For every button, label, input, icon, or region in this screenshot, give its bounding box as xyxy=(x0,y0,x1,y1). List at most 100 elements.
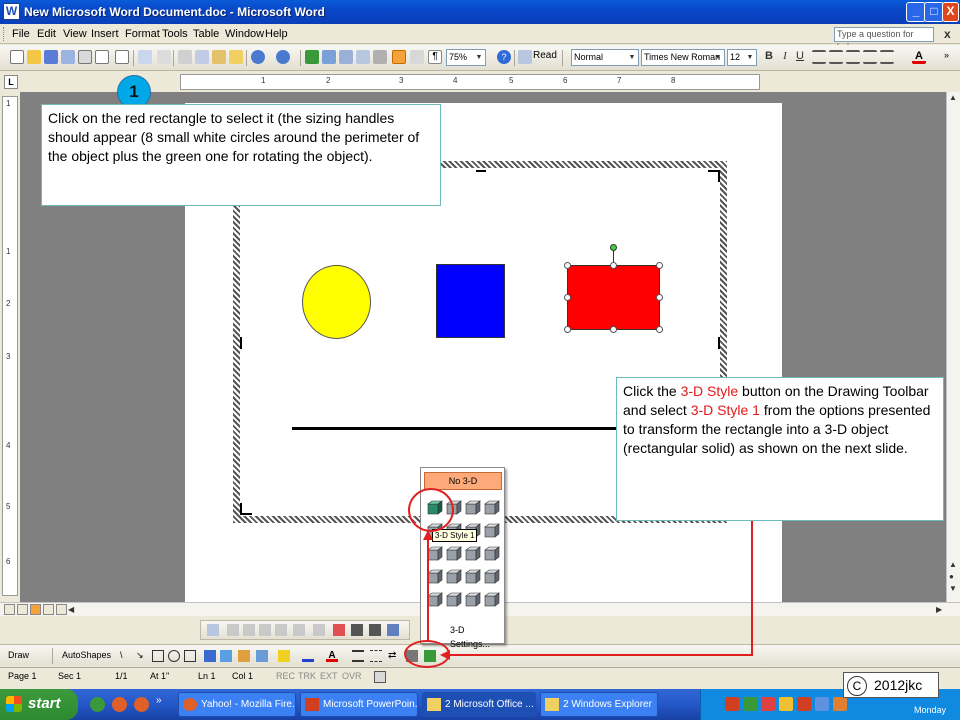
toolbar-options-icon[interactable]: » xyxy=(944,50,958,64)
wordart-icon[interactable] xyxy=(204,650,216,662)
toolbar-icon[interactable] xyxy=(387,624,399,636)
cube-style-option[interactable] xyxy=(427,569,443,584)
more-icon[interactable]: » xyxy=(156,695,162,706)
scroll-left-icon[interactable]: ◀ xyxy=(68,605,74,614)
clock-day[interactable]: Monday xyxy=(914,705,946,715)
oval-tool-icon[interactable] xyxy=(168,650,180,662)
cube-style-option[interactable] xyxy=(465,500,481,515)
line-color-icon[interactable] xyxy=(302,650,314,662)
menu-help[interactable]: Help xyxy=(265,28,288,40)
rectangle-tool-icon[interactable] xyxy=(152,650,164,662)
fill-color-icon[interactable] xyxy=(278,650,290,662)
tray-icon[interactable] xyxy=(797,697,811,711)
font-color-icon[interactable]: A xyxy=(912,50,926,64)
toolbar-icon[interactable] xyxy=(333,624,345,636)
toolbar-icon[interactable] xyxy=(227,624,239,636)
copy-icon[interactable] xyxy=(195,50,209,64)
cube-style-option[interactable] xyxy=(484,523,500,538)
cube-style-option[interactable] xyxy=(484,546,500,561)
email-icon[interactable] xyxy=(115,50,129,64)
spelling-icon[interactable] xyxy=(138,50,152,64)
open-folder-icon[interactable] xyxy=(27,50,41,64)
status-rec[interactable]: REC xyxy=(276,671,295,681)
underline-icon[interactable]: U xyxy=(793,50,807,64)
vertical-ruler[interactable]: 1 1 2 3 4 5 6 xyxy=(2,96,18,596)
drawing-icon[interactable] xyxy=(392,50,406,64)
format-painter-icon[interactable] xyxy=(229,50,243,64)
normal-view-icon[interactable] xyxy=(4,604,15,615)
tab-selector[interactable]: L xyxy=(4,75,18,89)
spelling-status-icon[interactable] xyxy=(374,671,386,683)
quicklaunch-icon[interactable] xyxy=(90,697,105,712)
sizing-handle[interactable] xyxy=(564,294,571,301)
font-size-select[interactable]: 12 ▼ xyxy=(727,49,757,66)
rotation-handle[interactable] xyxy=(610,244,617,251)
vertical-scrollbar[interactable]: ▲ ▲ ● ▼ xyxy=(946,92,960,602)
word-app-icon[interactable]: W xyxy=(3,3,20,20)
tray-icon[interactable] xyxy=(815,697,829,711)
firefox-icon[interactable] xyxy=(112,697,127,712)
close-button[interactable]: X xyxy=(942,2,959,22)
sizing-handle[interactable] xyxy=(656,326,663,333)
toolbar-icon[interactable] xyxy=(259,624,271,636)
status-ovr[interactable]: OVR xyxy=(342,671,362,681)
line-style-icon[interactable] xyxy=(352,650,364,662)
zoom-select[interactable]: 75% ▼ xyxy=(446,49,486,66)
toolbar-icon[interactable] xyxy=(243,624,255,636)
sizing-handle[interactable] xyxy=(656,294,663,301)
start-button[interactable]: start xyxy=(0,689,78,720)
align-left-icon[interactable] xyxy=(812,50,826,64)
yellow-circle-shape[interactable] xyxy=(302,265,371,339)
menu-edit[interactable]: Edit xyxy=(37,28,56,40)
reading-layout-icon[interactable] xyxy=(56,604,67,615)
undo-icon[interactable] xyxy=(251,50,265,64)
close-document-icon[interactable]: x xyxy=(944,27,951,41)
cube-style-option[interactable] xyxy=(446,546,462,561)
cube-style-option[interactable] xyxy=(465,546,481,561)
toolbar-icon[interactable] xyxy=(351,624,363,636)
bold-icon[interactable]: B xyxy=(762,50,776,64)
menu-table[interactable]: Table xyxy=(193,28,219,40)
tray-icon[interactable] xyxy=(833,697,847,711)
toolbar-icon[interactable] xyxy=(369,624,381,636)
print-preview-icon[interactable] xyxy=(95,50,109,64)
sizing-handle[interactable] xyxy=(610,326,617,333)
taskbar-item-powerpoint[interactable]: Microsoft PowerPoin... xyxy=(300,692,418,717)
toolbar-icon[interactable] xyxy=(293,624,305,636)
italic-icon[interactable]: I xyxy=(778,50,792,64)
cube-style-option[interactable] xyxy=(465,592,481,607)
paste-icon[interactable] xyxy=(212,50,226,64)
dash-style-icon[interactable] xyxy=(370,650,382,662)
tray-icon[interactable] xyxy=(761,697,775,711)
menu-file[interactable]: File xyxy=(12,28,30,40)
font-select[interactable]: Times New Roman ▼ xyxy=(641,49,725,66)
insert-excel-icon[interactable] xyxy=(356,50,370,64)
maximize-button[interactable]: □ xyxy=(924,2,944,22)
cube-style-option[interactable] xyxy=(427,592,443,607)
clipart-icon[interactable] xyxy=(238,650,250,662)
cube-style-option[interactable] xyxy=(465,569,481,584)
arrow-tool-icon[interactable]: ↘ xyxy=(136,650,144,661)
blue-square-shape[interactable] xyxy=(436,264,505,338)
taskbar-item-office[interactable]: 2 Microsoft Office ... xyxy=(422,692,536,717)
show-hide-icon[interactable]: ¶ xyxy=(428,50,442,64)
sizing-handle[interactable] xyxy=(564,326,571,333)
taskbar-item-explorer[interactable]: 2 Windows Explorer xyxy=(540,692,658,717)
tables-borders-icon[interactable] xyxy=(322,50,336,64)
autoshapes-button[interactable]: AutoShapes xyxy=(62,650,111,660)
research-icon[interactable] xyxy=(157,50,171,64)
menu-grip[interactable] xyxy=(3,27,6,41)
textbox-tool-icon[interactable] xyxy=(184,650,196,662)
menu-tools[interactable]: Tools xyxy=(162,28,188,40)
cube-style-option[interactable] xyxy=(446,592,462,607)
red-rectangle-shape[interactable] xyxy=(567,265,660,330)
tray-icon[interactable] xyxy=(779,697,793,711)
cube-style-option[interactable] xyxy=(427,546,443,561)
read-button[interactable]: Read xyxy=(533,50,557,61)
picture-icon[interactable] xyxy=(256,650,268,662)
taskbar-item-firefox[interactable]: Yahoo! - Mozilla Fire... xyxy=(178,692,296,717)
sizing-handle[interactable] xyxy=(656,262,663,269)
help-icon[interactable]: ? xyxy=(497,50,511,64)
insert-table-icon[interactable] xyxy=(339,50,353,64)
tray-icon[interactable] xyxy=(725,697,739,711)
